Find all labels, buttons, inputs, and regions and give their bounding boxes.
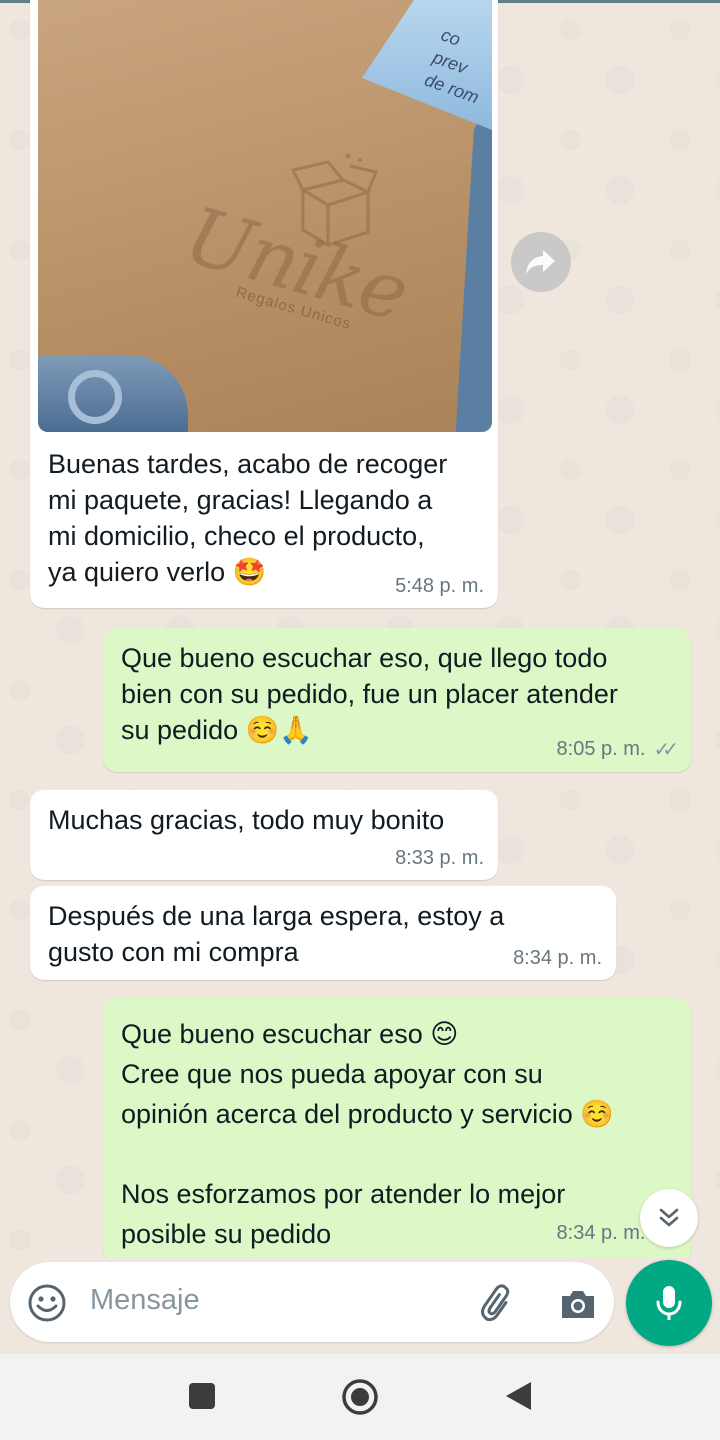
photo-thumbnail[interactable]: co prev de rom Unike Regalos Unicos	[38, 0, 492, 432]
attach-button[interactable]	[476, 1282, 520, 1326]
message-bubble-outgoing[interactable]: Que bueno escuchar eso 😊 Cree que nos pu…	[103, 998, 691, 1258]
message-meta: 8:33 p. m.	[395, 847, 484, 870]
message-text: Que bueno escuchar eso, que llego todo b…	[121, 643, 618, 745]
scroll-to-bottom-button[interactable]	[640, 1189, 698, 1247]
message-bubble-incoming[interactable]: Muchas gracias, todo muy bonito 8:33 p. …	[30, 790, 498, 880]
read-receipt-icon: ✓✓	[653, 739, 678, 761]
message-time: 8:34 p. m.	[513, 947, 602, 969]
chat-area[interactable]: co prev de rom Unike Regalos Unicos Buen…	[0, 0, 720, 1258]
back-triangle-icon	[506, 1382, 531, 1410]
message-time: 8:05 p. m.	[556, 738, 646, 760]
recents-square-icon	[189, 1383, 215, 1409]
message-time: 8:33 p. m.	[395, 847, 484, 869]
blue-ring-image	[68, 370, 122, 424]
message-meta: 8:05 p. m. ✓✓	[556, 737, 679, 762]
chevron-double-down-icon	[659, 1208, 679, 1227]
paperclip-icon	[481, 1284, 510, 1322]
message-input-container[interactable]: Mensaje	[10, 1262, 614, 1342]
system-navigation-bar	[0, 1354, 720, 1440]
message-meta: 8:34 p. m.	[513, 947, 602, 970]
recents-button[interactable]	[182, 1376, 222, 1416]
emoji-button[interactable]	[26, 1282, 68, 1324]
message-text: Que bueno escuchar eso 😊 Cree que nos pu…	[121, 1019, 614, 1249]
composer-bar: Mensaje	[0, 1258, 720, 1354]
message-time: 5:48 p. m.	[395, 575, 484, 597]
message-input[interactable]: Mensaje	[90, 1284, 200, 1317]
message-text: Muchas gracias, todo muy bonito	[48, 805, 445, 835]
home-button[interactable]	[339, 1376, 381, 1418]
message-meta: 5:48 p. m.	[395, 575, 484, 598]
message-time: 8:34 p. m.	[556, 1222, 646, 1244]
forward-icon	[526, 250, 555, 274]
microphone-icon	[656, 1286, 682, 1320]
message-text: Buenas tardes, acabo de recoger mi paque…	[48, 449, 448, 587]
emoji-icon	[28, 1284, 66, 1322]
home-circle-icon	[342, 1379, 378, 1415]
voice-record-button[interactable]	[626, 1260, 712, 1346]
back-button[interactable]	[498, 1376, 538, 1416]
camera-button[interactable]	[556, 1282, 600, 1326]
camera-icon	[562, 1291, 594, 1318]
forward-button[interactable]	[511, 232, 571, 292]
photo-message[interactable]: co prev de rom Unike Regalos Unicos Buen…	[30, 0, 498, 608]
message-bubble-outgoing[interactable]: Que bueno escuchar eso, que llego todo b…	[103, 628, 691, 772]
message-bubble-incoming[interactable]: Después de una larga espera, estoy a gus…	[30, 886, 616, 980]
